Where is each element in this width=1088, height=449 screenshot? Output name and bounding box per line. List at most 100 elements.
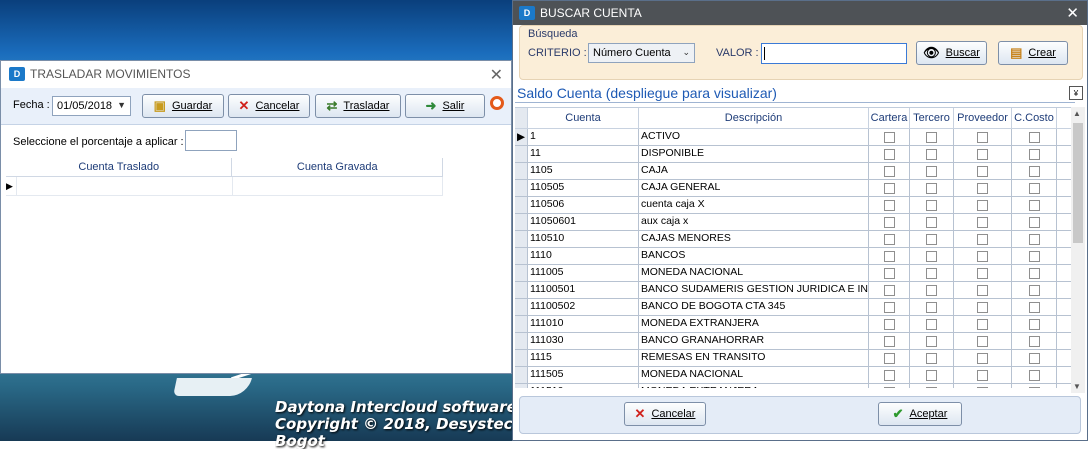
col-tercero[interactable]: Tercero: [910, 108, 954, 128]
row-selector[interactable]: [515, 146, 528, 162]
cell-descripcion[interactable]: ACTIVO: [639, 129, 869, 145]
table-row[interactable]: 110510 CAJAS MENORES: [515, 231, 1071, 248]
proveedor-checkbox[interactable]: [977, 369, 988, 381]
table-row[interactable]: 110505 CAJA GENERAL: [515, 180, 1071, 197]
cell-cuenta[interactable]: 111505: [528, 367, 639, 383]
cartera-checkbox[interactable]: [883, 199, 895, 211]
c-costo-checkbox[interactable]: [1028, 386, 1040, 388]
cell-descripcion[interactable]: cuenta caja X: [639, 197, 869, 213]
proveedor-checkbox[interactable]: [977, 233, 988, 245]
table-row[interactable]: 1105 CAJA: [515, 163, 1071, 180]
cell-descripcion[interactable]: MONEDA NACIONAL: [639, 265, 869, 281]
cell-cuenta[interactable]: 110506: [528, 197, 639, 213]
scroll-down-icon[interactable]: ▼: [1073, 382, 1081, 391]
cell-descripcion[interactable]: BANCO GRANAHORRAR: [639, 333, 869, 349]
cell-descripcion[interactable]: BANCO DE BOGOTA CTA 345: [639, 299, 869, 315]
tercero-checkbox[interactable]: [926, 216, 937, 228]
table-row[interactable]: 111510MONEDA EXTRANJERA: [515, 384, 1071, 388]
valor-input[interactable]: [761, 43, 907, 64]
row-selector[interactable]: [515, 367, 528, 383]
c-costo-checkbox[interactable]: [1028, 267, 1040, 279]
chevron-down-icon[interactable]: ▼: [117, 100, 126, 110]
c-costo-checkbox[interactable]: [1028, 131, 1040, 143]
proveedor-checkbox[interactable]: [977, 352, 988, 364]
col-c-costo[interactable]: C.Costo: [1012, 108, 1057, 128]
c-costo-checkbox[interactable]: [1028, 165, 1040, 177]
cancelar-button[interactable]: ✕ Cancelar: [228, 94, 310, 118]
row-selector[interactable]: [515, 265, 528, 281]
tercero-checkbox[interactable]: [926, 131, 937, 143]
col-cuenta[interactable]: Cuenta: [528, 108, 639, 128]
table-row[interactable]: 111005 MONEDA NACIONAL: [515, 265, 1071, 282]
cartera-checkbox[interactable]: [883, 250, 895, 262]
cell-descripcion[interactable]: BANCOS: [639, 248, 869, 264]
cell-cuenta-traslado[interactable]: [17, 177, 233, 195]
table-row[interactable]: 11100501 BANCO SUDAMERIS GESTION JURIDICA…: [515, 282, 1071, 299]
tercero-checkbox[interactable]: [926, 165, 937, 177]
proveedor-checkbox[interactable]: [977, 335, 988, 347]
c-costo-checkbox[interactable]: [1028, 301, 1040, 313]
tercero-checkbox[interactable]: [926, 335, 937, 347]
cartera-checkbox[interactable]: [883, 301, 895, 313]
table-row[interactable]: 111030 BANCO GRANAHORRAR: [515, 333, 1071, 350]
criterio-select[interactable]: Número Cuenta ⌄: [588, 43, 695, 63]
cartera-checkbox[interactable]: [883, 148, 895, 160]
cell-cuenta[interactable]: 1105: [528, 163, 639, 179]
aceptar-button[interactable]: ✔ Aceptar: [878, 402, 962, 426]
row-selector[interactable]: [515, 299, 528, 315]
row-selector[interactable]: [515, 350, 528, 366]
c-costo-checkbox[interactable]: [1028, 182, 1040, 194]
c-costo-checkbox[interactable]: [1028, 148, 1040, 160]
col-cuenta-gravada[interactable]: Cuenta Gravada: [232, 158, 443, 176]
c-costo-checkbox[interactable]: [1028, 233, 1040, 245]
row-selector[interactable]: [515, 214, 528, 230]
cell-descripcion[interactable]: CAJA GENERAL: [639, 180, 869, 196]
tercero-checkbox[interactable]: [926, 267, 937, 279]
c-costo-checkbox[interactable]: [1028, 250, 1040, 262]
row-selector[interactable]: [515, 333, 528, 349]
cell-descripcion[interactable]: MONEDA NACIONAL: [639, 367, 869, 383]
row-selector[interactable]: [515, 231, 528, 247]
cell-cuenta[interactable]: 110510: [528, 231, 639, 247]
crear-button[interactable]: ▤ Crear: [998, 41, 1068, 65]
col-cartera[interactable]: Cartera: [869, 108, 910, 128]
proveedor-checkbox[interactable]: [977, 284, 988, 296]
scroll-up-icon[interactable]: ▲: [1073, 109, 1081, 118]
cell-descripcion[interactable]: MONEDA EXTRANJERA: [639, 316, 869, 332]
proveedor-checkbox[interactable]: [977, 216, 988, 228]
cell-cuenta-gravada[interactable]: [233, 177, 443, 195]
cell-descripcion[interactable]: REMESAS EN TRANSITO: [639, 350, 869, 366]
col-proveedor[interactable]: Proveedor: [954, 108, 1012, 128]
proveedor-checkbox[interactable]: [977, 386, 988, 388]
cell-cuenta[interactable]: 11100501: [528, 282, 639, 298]
cell-cuenta[interactable]: 1110: [528, 248, 639, 264]
col-descripcion[interactable]: Descripción: [639, 108, 869, 128]
row-pointer-icon[interactable]: ▶: [515, 129, 528, 145]
cell-descripcion[interactable]: CAJAS MENORES: [639, 231, 869, 247]
scroll-thumb[interactable]: [1073, 123, 1083, 243]
table-row[interactable]: 1110 BANCOS: [515, 248, 1071, 265]
tercero-checkbox[interactable]: [926, 250, 937, 262]
table-row[interactable]: ▶: [6, 177, 443, 196]
tercero-checkbox[interactable]: [926, 301, 937, 313]
cell-cuenta[interactable]: 110505: [528, 180, 639, 196]
cartera-checkbox[interactable]: [883, 165, 895, 177]
cartera-checkbox[interactable]: [883, 131, 895, 143]
c-costo-checkbox[interactable]: [1028, 318, 1040, 330]
row-selector[interactable]: [515, 248, 528, 264]
c-costo-checkbox[interactable]: [1028, 216, 1040, 228]
expand-icon[interactable]: ¥: [1069, 86, 1083, 100]
close-icon[interactable]: ✕: [1066, 4, 1079, 22]
tercero-checkbox[interactable]: [926, 318, 937, 330]
table-row[interactable]: 11100502 BANCO DE BOGOTA CTA 345: [515, 299, 1071, 316]
cell-descripcion[interactable]: CAJA: [639, 163, 869, 179]
row-selector[interactable]: [515, 163, 528, 179]
cell-descripcion[interactable]: MONEDA EXTRANJERA: [639, 384, 869, 388]
chevron-down-icon[interactable]: ⌄: [682, 47, 690, 58]
table-row[interactable]: 111505 MONEDA NACIONAL: [515, 367, 1071, 384]
cell-cuenta[interactable]: 111030: [528, 333, 639, 349]
cell-descripcion[interactable]: aux caja x: [639, 214, 869, 230]
cell-cuenta[interactable]: 11050601: [528, 214, 639, 230]
table-row[interactable]: 1115 REMESAS EN TRANSITO: [515, 350, 1071, 367]
proveedor-checkbox[interactable]: [977, 131, 988, 143]
